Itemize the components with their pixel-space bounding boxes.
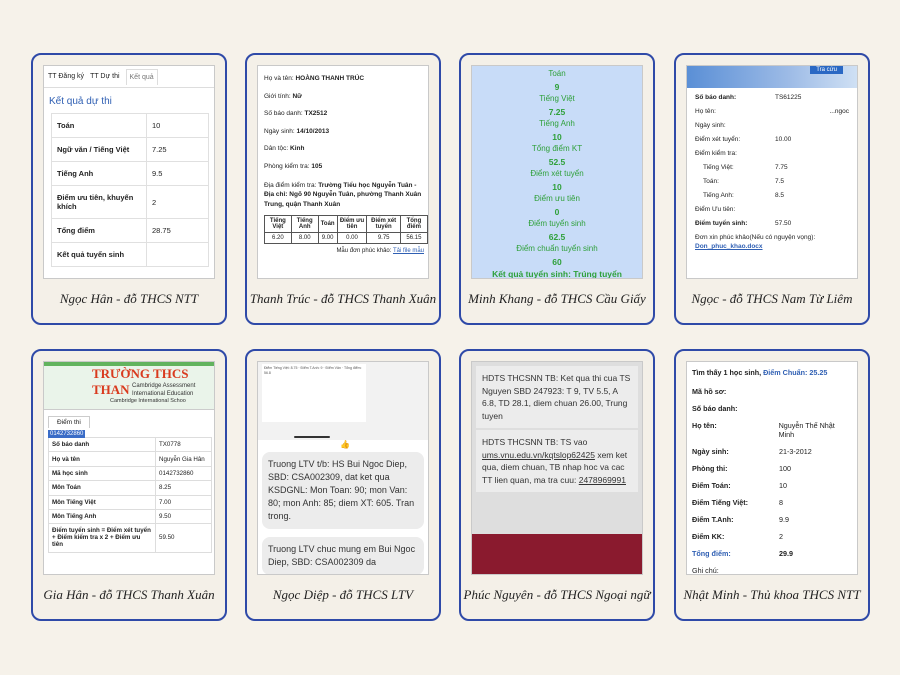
message-bubble: HDTS THCSNN TB: Ket qua thi cua TS Nguye… — [476, 366, 638, 428]
info-row: Điểm Toán: 10 — [692, 481, 787, 490]
screenshot-result-gia-han: TRƯỜNG THCS THAN Cambridge Assessment Int… — [43, 361, 215, 575]
table-row: Môn Tiếng Anh 9.50 — [48, 508, 212, 525]
total-row: Tổng điểm: 29.9 — [692, 549, 793, 558]
table-row: Điểm tuyển sinh = Điểm xét tuyển + Điểm … — [48, 523, 212, 553]
info-line: Giới tính: Nữ — [264, 92, 302, 100]
card-gia-han: TRƯỜNG THCS THAN Cambridge Assessment Int… — [31, 349, 227, 621]
info-line: Ngày sinh: 14/10/2013 — [264, 127, 330, 135]
tab-dang-ky[interactable]: TT Đăng ký — [48, 73, 84, 80]
caption: Ngọc Diệp - đỗ THCS LTV — [272, 587, 414, 602]
like-icon[interactable]: 👍 — [340, 440, 350, 449]
message-bubble: Truong LTV t/b: HS Bui Ngoc Diep, SBD: C… — [262, 452, 424, 529]
table-row: Tiếng Anh 9.5 — [51, 161, 209, 186]
tab-ket-qua[interactable]: Kết quả — [125, 68, 158, 85]
info-line: Dân tộc: Kinh — [264, 145, 305, 152]
download-form-link[interactable]: Tải file mẫu — [393, 248, 424, 254]
screenshot-result-minh-khang: Toán 9 Tiếng Việt 7.25 Tiếng Anh 10 Tổng đi… — [471, 65, 643, 279]
phone-screenshot: Điểm Tiếng Việt: 8.75 · Điểm T.Anh: 9 · … — [258, 362, 428, 449]
table-row: 6.20 8.00 9.00 0.00 9.75 56.15 — [264, 232, 428, 245]
screenshot-message-phuc-nguyen: HDTS THCSNN TB: Ket qua thi cua TS Nguye… — [471, 361, 643, 575]
caption: Gia Hân - đỗ THCS Thanh Xuân — [43, 587, 215, 602]
caption: Thanh Trúc - đỗ THCS Thanh Xuân — [249, 291, 437, 306]
screenshot-result-nhat-minh: Tìm thấy 1 học sinh, Điểm Chuẩn: 25.25 M… — [686, 361, 858, 575]
caption: Phúc Nguyên - đỗ THCS Ngoại ngữ — [463, 587, 651, 602]
table-row: Ngữ văn / Tiếng Việt 7.25 — [51, 137, 209, 162]
card-ngoc-han: TT Đăng ký TT Dự thi Kết quả Kết quả dự … — [31, 53, 227, 325]
screenshot-result-ngoc: Tra cứu Số báo danh: TS61225 Họ tên: ...ng… — [686, 65, 858, 279]
cambridge-logo-text: Cambridge Assessment International Educat… — [132, 383, 196, 397]
table-row: Số báo danh TX0778 — [48, 436, 212, 453]
appeal-form-link[interactable]: Don_phuc_khao.docx — [695, 243, 763, 250]
screenshot-message-ngoc-diep: Điểm Tiếng Việt: 8.75 · Điểm T.Anh: 9 · … — [257, 361, 429, 575]
message-bubble: HDTS THCSNN TB: TS vao ums.vnu.edu.vn/kq… — [476, 430, 638, 492]
info-row: Họ tên: Nguyễn Thế Nhật Minh — [692, 421, 835, 439]
info-line: Họ và tên: HOÀNG THANH TRÚC — [264, 75, 365, 82]
screenshot-result-thanh-truc: Họ và tên: HOÀNG THANH TRÚC Giới tính: N… — [257, 65, 429, 279]
card-ngoc: Tra cứu Số báo danh: TS61225 Họ tên: ...ng… — [674, 53, 870, 325]
info-row: Ngày sinh: 21-3-2012 — [692, 447, 812, 456]
info-row: Số báo danh: — [692, 404, 738, 413]
site-header: Tra cứu — [687, 66, 857, 88]
lookup-button[interactable]: Tra cứu — [810, 66, 843, 74]
table-row: Toán 10 — [51, 113, 209, 138]
card-minh-khang: Toán 9 Tiếng Việt 7.25 Tiếng Anh 10 Tổng đi… — [459, 53, 655, 325]
card-phuc-nguyen: HDTS THCSNN TB: Ket qua thi cua TS Nguye… — [459, 349, 655, 621]
tab-du-thi[interactable]: TT Dự thi — [90, 73, 119, 80]
admission-result: Kết quả tuyển sinh: Trúng tuyển — [492, 269, 622, 279]
caption: Minh Khang - đỗ THCS Cầu Giấy — [468, 291, 646, 306]
card-ngoc-diep: Điểm Tiếng Việt: 8.75 · Điểm T.Anh: 9 · … — [245, 349, 441, 621]
tab-diem-thi[interactable]: Điểm thi — [48, 416, 90, 428]
info-row: Mã hồ sơ: — [692, 387, 727, 396]
info-line: Số báo danh: TX2512 — [264, 110, 328, 117]
card-nhat-minh: Tìm thấy 1 học sinh, Điểm Chuẩn: 25.25 M… — [674, 349, 870, 621]
info-row: Điểm Tiếng Việt: 8 — [692, 498, 783, 507]
result-link[interactable]: ums.vnu.edu.vn/kqtslop62425 — [482, 450, 595, 460]
note-row: Ghi chú: — [692, 566, 719, 575]
result-title: Kết quả dự thi — [49, 96, 112, 107]
score-table: Tiếng Việt Tiếng Anh Toán Điểm ưu tiên Điểm… — [264, 215, 428, 245]
info-row: Phòng thi: 100 — [692, 464, 791, 473]
address-line: Địa điểm kiểm tra: Trường Tiểu học Nguyễ… — [264, 182, 422, 208]
table-row: Môn Tiếng Việt 7.00 — [48, 494, 212, 510]
tab-bar: TT Đăng ký TT Dự thi Kết quả — [44, 66, 214, 88]
info-line: Phòng kiểm tra: 105 — [264, 162, 323, 170]
table-row: Điểm ưu tiên, khuyến khích 2 — [51, 185, 209, 219]
info-row: Điểm KK: 2 — [692, 532, 783, 541]
score-table: Số báo danh TX0778 Họ và tên Nguyễn Gia Hâ… — [48, 436, 212, 553]
score-panel: Toán 9 Tiếng Việt 7.25 Tiếng Anh 10 Tổng đi… — [472, 66, 642, 278]
score-table: Toán 10 Ngữ văn / Tiếng Việt 7.25 Tiếng An… — [51, 113, 209, 267]
card-thanh-truc: Họ và tên: HOÀNG THANH TRÚC Giới tính: N… — [245, 53, 441, 325]
student-code-highlight: 0142732860 — [48, 430, 86, 438]
caption: Nhật Minh - Thủ khoa THCS NTT — [683, 587, 861, 602]
table-row: Kết quả tuyển sinh — [51, 242, 209, 267]
table-row: Mã học sinh 0142732860 — [48, 465, 212, 482]
lookup-code[interactable]: 2478969991 — [579, 475, 626, 485]
school-banner: TRƯỜNG THCS THAN Cambridge Assessment Int… — [44, 362, 214, 410]
caption: Ngọc Hân - đỗ THCS NTT — [59, 291, 199, 306]
table-row: Tổng điểm 28.75 — [51, 218, 209, 243]
decorative-pattern — [472, 534, 642, 574]
info-row: Điểm T.Anh: 9.9 — [692, 515, 789, 524]
caption: Ngọc - đỗ THCS Nam Từ Liêm — [691, 291, 853, 306]
screenshot-result-ngoc-han: TT Đăng ký TT Dự thi Kết quả Kết quả dự … — [43, 65, 215, 279]
appeal-note: Mẫu đơn phúc khảo: Tải file mẫu — [336, 248, 424, 255]
table-row: Họ và tên Nguyễn Gia Hân — [48, 451, 212, 467]
table-row: Môn Toán 8.25 — [48, 480, 212, 496]
message-bubble: Truong LTV chuc mung em Bui Ngoc Diep, S… — [262, 537, 424, 574]
search-summary: Tìm thấy 1 học sinh, Điểm Chuẩn: 25.25 — [692, 368, 828, 377]
